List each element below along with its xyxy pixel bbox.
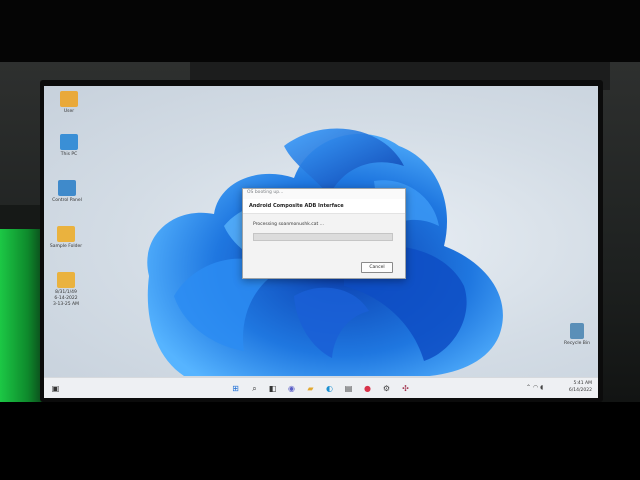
desk-shadow [0,402,640,480]
dialog-status-text: Processing soanmonushk.cat ... [253,222,324,227]
dialog-title: OS booting up... [243,189,405,199]
widgets-icon[interactable]: ▣ [50,383,61,394]
folder-icon [57,226,75,242]
search-icon[interactable]: ⌕ [249,383,260,394]
cancel-button[interactable]: Cancel [361,262,393,273]
app-icon-tool[interactable]: ✣ [400,383,411,394]
tray-time[interactable]: 5:41 AM [564,381,593,386]
task-view-icon[interactable]: ◧ [267,383,278,394]
dialog-header: Android Composite ADB Interface [243,199,405,214]
driver-install-dialog[interactable]: OS booting up... Android Composite ADB I… [242,188,406,279]
folder-icon [57,272,75,288]
app-icon-red[interactable]: ● [362,383,373,394]
user-folder-icon [60,91,78,107]
desktop-icon-folder[interactable]: Sample Folder [48,226,84,250]
control-panel-icon [58,180,76,196]
progress-bar [253,233,393,241]
store-icon[interactable]: ▤ [343,383,354,394]
desktop-icon-user[interactable]: User [51,91,87,115]
desktop-screen[interactable]: User This PC Control Panel Sample Folder… [44,86,598,398]
start-button-icon[interactable]: ⊞ [230,383,241,394]
desktop-icon-recycle-bin[interactable]: Recycle Bin [559,323,595,347]
edge-browser-icon[interactable]: ◐ [324,383,335,394]
taskbar: ▣ ⊞ ⌕ ◧ ◉ ▰ ◐ ▤ ● ⚙ ✣ ⌃ ◠ ◖ 5:41 AM 6/14… [44,377,598,398]
chat-icon[interactable]: ◉ [286,383,297,394]
room-background-top [0,0,640,62]
file-explorer-icon[interactable]: ▰ [305,383,316,394]
desktop-icon-control-panel[interactable]: Control Panel [49,180,85,204]
tray-date[interactable]: 6/14/2022 [564,388,592,393]
recycle-bin-icon [570,323,584,339]
desktop-icon-this-pc[interactable]: This PC [51,134,87,158]
desktop-icon-folder[interactable]: 8/31/1/49 6-14-2022 3-13-25 AM [48,272,84,308]
this-pc-icon [60,134,78,150]
settings-gear-icon[interactable]: ⚙ [381,383,392,394]
system-tray-icons[interactable]: ⌃ ◠ ◖ [526,384,543,391]
